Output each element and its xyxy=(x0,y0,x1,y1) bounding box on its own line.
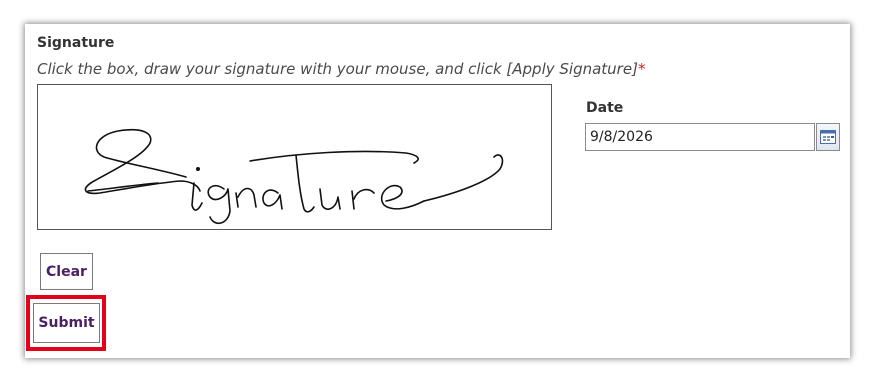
required-marker: * xyxy=(637,60,646,78)
signature-title: Signature xyxy=(37,35,115,51)
calendar-icon xyxy=(820,130,836,144)
clear-button[interactable]: Clear xyxy=(40,253,93,290)
signature-pad[interactable] xyxy=(37,84,552,230)
signature-instructions: Click the box, draw your signature with … xyxy=(37,60,645,78)
date-field[interactable] xyxy=(585,123,815,151)
date-label: Date xyxy=(586,100,624,116)
signature-instructions-text: Click the box, draw your signature with … xyxy=(37,60,638,78)
submit-button[interactable]: Submit xyxy=(33,303,100,343)
calendar-button[interactable] xyxy=(816,123,840,151)
drawn-signature xyxy=(84,128,504,224)
